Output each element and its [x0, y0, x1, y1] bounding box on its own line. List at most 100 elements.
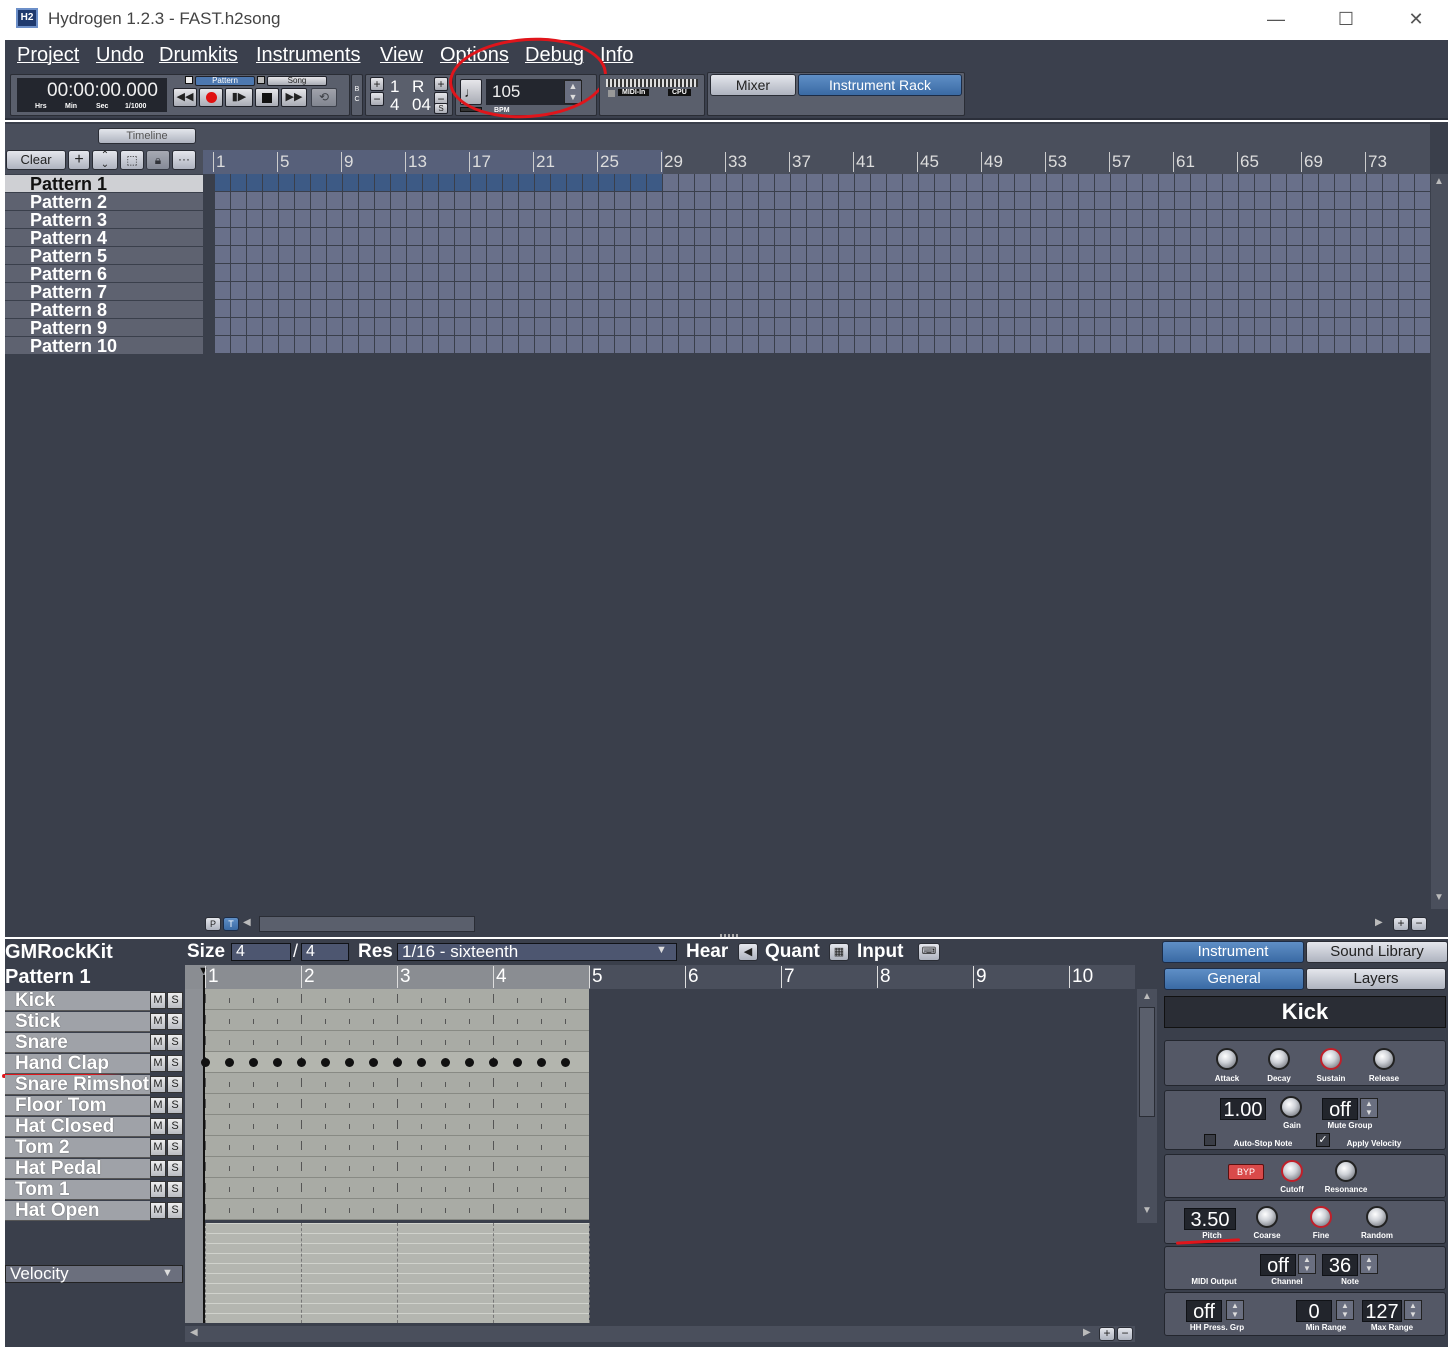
song-cell[interactable] [1127, 192, 1142, 209]
song-cell[interactable] [1335, 174, 1350, 191]
song-cell[interactable] [1175, 300, 1190, 317]
song-cell[interactable] [1303, 192, 1318, 209]
song-cell[interactable] [919, 282, 934, 299]
song-cell[interactable] [727, 246, 742, 263]
song-cell[interactable] [1207, 174, 1222, 191]
song-cell[interactable] [519, 192, 534, 209]
song-cell[interactable] [1399, 264, 1414, 281]
song-cell[interactable] [215, 318, 230, 335]
note-value[interactable]: 36 [1322, 1254, 1358, 1277]
draw-mode-button[interactable]: 🔒︎ [146, 150, 170, 170]
song-cell[interactable] [775, 228, 790, 245]
song-cell[interactable] [951, 318, 966, 335]
song-cell[interactable] [583, 264, 598, 281]
song-cell[interactable] [231, 300, 246, 317]
pattern-list-item[interactable]: Pattern 10 [5, 337, 203, 355]
song-cell[interactable] [1015, 174, 1030, 191]
resonance-knob[interactable] [1335, 1160, 1357, 1182]
auto-stop-checkbox[interactable] [1204, 1134, 1216, 1146]
song-cell[interactable] [407, 210, 422, 227]
song-cell[interactable] [263, 264, 278, 281]
song-cell[interactable] [679, 318, 694, 335]
song-cell[interactable] [551, 192, 566, 209]
note-grid-row[interactable] [205, 989, 589, 1010]
song-cell[interactable] [407, 264, 422, 281]
song-cell[interactable] [935, 300, 950, 317]
song-cell[interactable] [695, 210, 710, 227]
song-cell[interactable] [887, 318, 902, 335]
song-cell[interactable] [231, 318, 246, 335]
song-cell[interactable] [407, 300, 422, 317]
song-cell[interactable] [423, 264, 438, 281]
song-cell[interactable] [1319, 228, 1334, 245]
pattern-list-item[interactable]: Pattern 8 [5, 301, 203, 319]
tab-layers[interactable]: Layers [1306, 968, 1446, 990]
song-cell[interactable] [327, 318, 342, 335]
song-cell[interactable] [1207, 282, 1222, 299]
song-cell[interactable] [551, 282, 566, 299]
song-cell[interactable] [871, 264, 886, 281]
note-grid-row[interactable] [205, 1031, 589, 1052]
song-cell[interactable] [231, 246, 246, 263]
song-cell[interactable] [359, 318, 374, 335]
song-cell[interactable] [999, 210, 1014, 227]
song-cell[interactable] [295, 210, 310, 227]
song-cell[interactable] [1383, 282, 1398, 299]
song-cell[interactable] [1079, 318, 1094, 335]
song-mode-button[interactable]: Song [267, 76, 327, 86]
song-cell[interactable] [1335, 318, 1350, 335]
tab-instrument[interactable]: Instrument [1162, 941, 1304, 963]
song-cell[interactable] [1415, 264, 1430, 281]
song-cell[interactable] [455, 282, 470, 299]
song-cell[interactable] [695, 300, 710, 317]
song-cell[interactable] [1223, 264, 1238, 281]
song-cell[interactable] [631, 336, 646, 353]
instrument-row[interactable]: Floor Tom [5, 1096, 150, 1116]
song-cell[interactable] [1319, 192, 1334, 209]
song-cell[interactable] [823, 318, 838, 335]
rubberband-increase-button[interactable]: + [434, 77, 448, 91]
song-cell[interactable] [791, 246, 806, 263]
song-cell[interactable] [679, 210, 694, 227]
song-cell[interactable] [695, 192, 710, 209]
song-cell[interactable] [711, 174, 726, 191]
song-cell[interactable] [1287, 174, 1302, 191]
song-cell[interactable] [887, 174, 902, 191]
song-cell[interactable] [983, 318, 998, 335]
song-cell[interactable] [887, 336, 902, 353]
scroll-up-icon[interactable]: ▲ [1434, 176, 1444, 187]
song-cell[interactable] [983, 246, 998, 263]
song-cell[interactable] [439, 318, 454, 335]
song-cell[interactable] [1015, 246, 1030, 263]
song-cell[interactable] [999, 246, 1014, 263]
song-cell[interactable] [311, 336, 326, 353]
song-cell[interactable] [1335, 336, 1350, 353]
song-cell[interactable] [1255, 174, 1270, 191]
menu-info[interactable]: Info [600, 44, 633, 67]
song-cell[interactable] [535, 282, 550, 299]
song-cell[interactable] [1303, 300, 1318, 317]
song-cell[interactable] [215, 228, 230, 245]
song-cell[interactable] [743, 174, 758, 191]
song-cell[interactable] [1111, 174, 1126, 191]
song-cell[interactable] [1127, 264, 1142, 281]
song-cell[interactable] [919, 192, 934, 209]
song-cell[interactable] [599, 282, 614, 299]
song-cell[interactable] [615, 318, 630, 335]
song-cell[interactable] [343, 318, 358, 335]
song-cell[interactable] [855, 318, 870, 335]
note-hand-clap[interactable] [225, 1058, 234, 1067]
song-cell[interactable] [695, 336, 710, 353]
song-cell[interactable] [519, 210, 534, 227]
song-cell[interactable] [279, 300, 294, 317]
rubberband-s-button[interactable]: S [434, 103, 448, 114]
song-cell[interactable] [599, 246, 614, 263]
song-cell[interactable] [615, 246, 630, 263]
menu-project[interactable]: Project [17, 44, 79, 67]
song-cell[interactable] [519, 336, 534, 353]
song-cell[interactable] [567, 318, 582, 335]
song-cell[interactable] [1015, 282, 1030, 299]
song-cell[interactable] [247, 282, 262, 299]
song-cell[interactable] [263, 300, 278, 317]
song-cell[interactable] [695, 228, 710, 245]
